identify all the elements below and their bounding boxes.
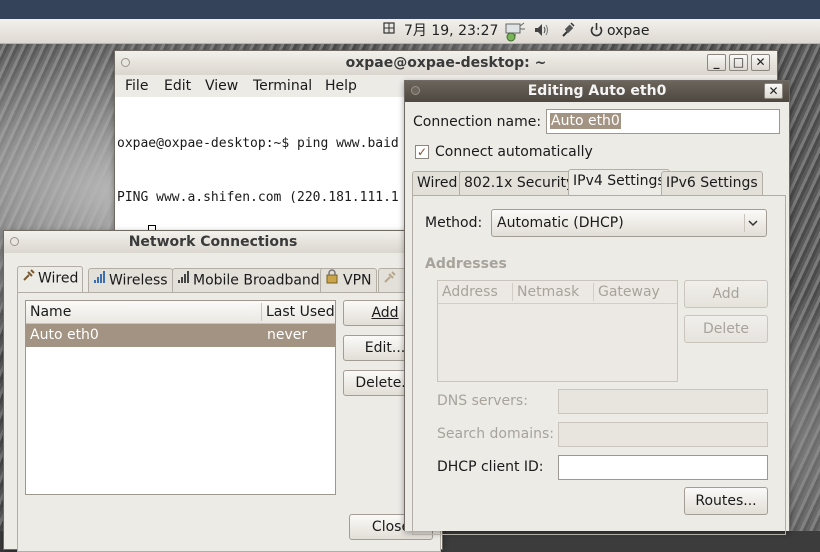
tab-label: IPv6 Settings xyxy=(666,175,758,191)
connection-name-value: Auto eth0 xyxy=(550,113,621,129)
column-netmask: Netmask xyxy=(517,284,580,300)
plug-icon[interactable] xyxy=(560,21,576,44)
tab-label: VPN xyxy=(343,272,372,289)
list-header: Name Last Used xyxy=(26,301,335,324)
window-menu-icon[interactable] xyxy=(411,86,420,95)
tab-mobile-broadband[interactable]: Mobile Broadband xyxy=(172,268,325,293)
tab-label: Wireless xyxy=(109,272,168,289)
editing-title: Editing Auto eth0 xyxy=(527,83,667,99)
network-titlebar[interactable]: Network Connections xyxy=(4,231,442,253)
window-menu-icon[interactable] xyxy=(121,58,130,67)
connection-name-field[interactable]: Auto eth0 xyxy=(546,109,780,134)
row-last-used: never xyxy=(267,327,308,343)
connection-name-label: Connection name: xyxy=(413,114,542,130)
search-domains-label: Search domains: xyxy=(437,426,554,442)
maximize-icon[interactable]: □ xyxy=(729,54,748,71)
minimize-icon[interactable]: _ xyxy=(707,54,726,71)
network-icon[interactable] xyxy=(503,20,527,47)
method-value: Automatic (DHCP) xyxy=(497,215,624,231)
search-domains-field[interactable] xyxy=(558,422,768,447)
add-address-button[interactable]: Add xyxy=(684,280,768,308)
network-title: Network Connections xyxy=(128,234,298,250)
column-divider xyxy=(593,283,594,301)
connect-automatically-label[interactable]: Connect automatically xyxy=(435,144,593,160)
chevron-down-icon xyxy=(744,214,762,232)
editing-titlebar[interactable]: Editing Auto eth0 ✕ xyxy=(405,81,789,102)
clock[interactable]: 7月 19, 23:27 xyxy=(404,23,498,40)
wired-icon xyxy=(383,271,397,288)
method-select[interactable]: Automatic (DHCP) xyxy=(491,209,767,237)
column-last-used[interactable]: Last Used xyxy=(266,304,335,320)
addresses-header: Address Netmask Gateway xyxy=(438,281,677,304)
menu-view[interactable]: View xyxy=(205,78,238,94)
dhcp-client-id-label: DHCP client ID: xyxy=(437,459,544,475)
close-icon[interactable]: ✕ xyxy=(764,83,783,99)
tab-label: IPv4 Settings xyxy=(573,173,665,189)
table-row[interactable]: Auto eth0 never xyxy=(26,324,335,347)
signal-icon xyxy=(177,269,193,292)
menu-terminal[interactable]: Terminal xyxy=(253,78,312,94)
wired-icon xyxy=(22,267,38,290)
top-panel: 7月 19, 23:27 oxpae xyxy=(0,19,820,44)
user-name[interactable]: oxpae xyxy=(607,23,650,40)
column-name[interactable]: Name xyxy=(30,304,71,320)
tab-label: Wired xyxy=(38,270,79,287)
connection-list[interactable]: Name Last Used Auto eth0 never xyxy=(25,300,336,495)
button-label: Add xyxy=(712,286,740,302)
tab-vpn[interactable]: VPN xyxy=(320,268,377,293)
dhcp-client-id-field[interactable] xyxy=(558,455,768,480)
menu-file[interactable]: File xyxy=(125,78,148,94)
column-divider xyxy=(261,303,262,321)
button-label: Edit... xyxy=(364,340,406,356)
tab-wired[interactable]: Wired xyxy=(17,266,84,293)
tab-ipv4-settings[interactable]: IPv4 Settings xyxy=(568,169,670,196)
editing-connection-dialog: Editing Auto eth0 ✕ Connection name: Aut… xyxy=(404,80,790,535)
power-icon[interactable] xyxy=(589,21,604,44)
button-label: Add xyxy=(371,305,399,321)
tab-wireless[interactable]: Wireless xyxy=(88,268,173,293)
connect-automatically-checkbox[interactable]: ✓ xyxy=(415,145,429,159)
terminal-title: oxpae@oxpae-desktop: ~ xyxy=(345,55,547,71)
tab-ipv6-settings[interactable]: IPv6 Settings xyxy=(661,171,763,196)
column-address: Address xyxy=(442,284,498,300)
tab-wired[interactable]: Wired xyxy=(412,171,463,196)
signal-icon xyxy=(93,269,109,292)
column-gateway: Gateway xyxy=(598,284,660,300)
addresses-table: Address Netmask Gateway xyxy=(437,280,678,382)
addresses-heading: Addresses xyxy=(425,256,507,272)
volume-icon[interactable] xyxy=(533,21,549,44)
lock-icon xyxy=(325,269,343,292)
method-label: Method: xyxy=(425,215,483,231)
close-icon[interactable]: ✕ xyxy=(751,54,770,71)
dns-servers-label: DNS servers: xyxy=(437,393,528,409)
window-menu-icon[interactable] xyxy=(10,237,19,246)
screen-top-strip xyxy=(0,0,820,19)
grid-icon[interactable] xyxy=(383,22,395,39)
column-divider xyxy=(512,283,513,301)
tab-label: Wired xyxy=(417,175,458,191)
tab-label: 802.1x Security xyxy=(464,175,575,191)
network-connections-window: Network Connections Wired Wireless Mobil… xyxy=(3,230,443,552)
row-name: Auto eth0 xyxy=(30,327,99,343)
terminal-titlebar[interactable]: oxpae@oxpae-desktop: ~ _ □ ✕ xyxy=(115,51,777,75)
menu-edit[interactable]: Edit xyxy=(164,78,191,94)
dns-servers-field[interactable] xyxy=(558,389,768,414)
routes-button[interactable]: Routes... xyxy=(684,487,768,515)
tab-8021x-security[interactable]: 802.1x Security xyxy=(459,171,580,196)
tab-label: Mobile Broadband xyxy=(193,272,320,289)
delete-address-button[interactable]: Delete xyxy=(684,315,768,343)
menu-help[interactable]: Help xyxy=(325,78,357,94)
button-label: Routes... xyxy=(695,493,757,509)
button-label: Delete xyxy=(703,321,749,337)
